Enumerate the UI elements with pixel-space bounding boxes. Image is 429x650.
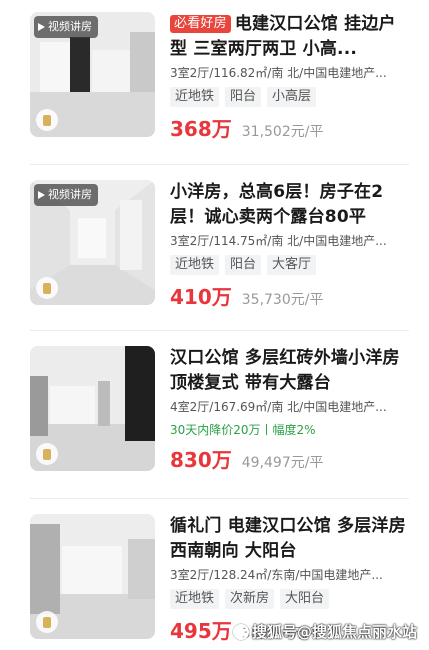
listing-meta: 3室2厅/116.82㎡/南 北/中国电建地产... <box>170 66 387 80</box>
listing-meta: 3室2厅/128.24㎡/东南/中国电建地产... <box>170 568 383 582</box>
listing-photo[interactable]: 视频讲房 <box>30 180 155 305</box>
tag-list: 近地铁 阳台 小高层 <box>170 87 406 107</box>
tag: 大阳台 <box>280 589 330 609</box>
price-drop-note: 30天内降价20万丨幅度2% <box>170 423 316 437</box>
video-tour-badge[interactable]: 视频讲房 <box>34 184 98 206</box>
listing-photo[interactable]: 视频讲房 <box>30 12 155 137</box>
tag: 小高层 <box>267 87 317 107</box>
listing-title[interactable]: 小洋房，总高6层！房子在2层！诚心卖两个露台80平 <box>170 180 406 230</box>
vr-icon <box>36 443 58 465</box>
tag-list: 近地铁 次新房 大阳台 <box>170 589 406 609</box>
tag: 大客厅 <box>267 255 317 275</box>
tag: 阳台 <box>225 87 262 107</box>
vr-icon <box>36 277 58 299</box>
unit-price: 35,730元/平 <box>241 292 324 308</box>
listing-photo[interactable] <box>30 514 155 639</box>
play-icon <box>38 23 45 31</box>
divider <box>30 498 409 499</box>
listing-card[interactable]: 汉口公馆 多层红砖外墙小洋房 顶楼复式 带有大露台 4室2厅/167.69㎡/南… <box>0 346 429 508</box>
tag: 近地铁 <box>170 255 220 275</box>
unit-price: 31,502元/平 <box>241 124 324 140</box>
play-icon <box>38 191 45 199</box>
must-see-badge: 必看好房 <box>170 15 231 33</box>
tag: 次新房 <box>225 589 275 609</box>
tag-list: 近地铁 阳台 大客厅 <box>170 255 406 275</box>
vr-icon <box>36 611 58 633</box>
tag: 近地铁 <box>170 589 220 609</box>
listing-photo[interactable] <box>30 346 155 471</box>
tag: 近地铁 <box>170 87 220 107</box>
divider <box>30 330 409 331</box>
listing-title[interactable]: 汉口公馆 多层红砖外墙小洋房 顶楼复式 带有大露台 <box>170 346 406 396</box>
total-price: 830万 <box>170 448 232 472</box>
listing-card[interactable]: 视频讲房 小洋房，总高6层！房子在2层！诚心卖两个露台80平 3室2厅/114.… <box>0 180 429 342</box>
listing-card[interactable]: 视频讲房 必看好房 电建汉口公馆 挂边户型 三室两厅两卫 小高... 3室2厅/1… <box>0 12 429 174</box>
listing-title[interactable]: 必看好房 电建汉口公馆 挂边户型 三室两厅两卫 小高... <box>170 12 406 62</box>
total-price: 368万 <box>170 117 232 141</box>
listing-meta: 3室2厅/114.75㎡/南 北/中国电建地产... <box>170 234 387 248</box>
total-price: 410万 <box>170 285 232 309</box>
total-price: 495万 <box>170 619 232 643</box>
video-tour-badge[interactable]: 视频讲房 <box>34 16 98 38</box>
tag: 阳台 <box>225 255 262 275</box>
vr-icon <box>36 109 58 131</box>
sohu-logo-icon <box>232 623 249 640</box>
unit-price: 49,497元/平 <box>241 455 324 471</box>
source-watermark: 搜狐号@搜狐焦点丽水站 <box>232 621 417 642</box>
listing-meta: 4室2厅/167.69㎡/南 北/中国电建地产... <box>170 400 387 414</box>
listing-title[interactable]: 循礼门 电建汉口公馆 多层洋房 西南朝向 大阳台 <box>170 514 406 564</box>
divider <box>30 164 409 165</box>
